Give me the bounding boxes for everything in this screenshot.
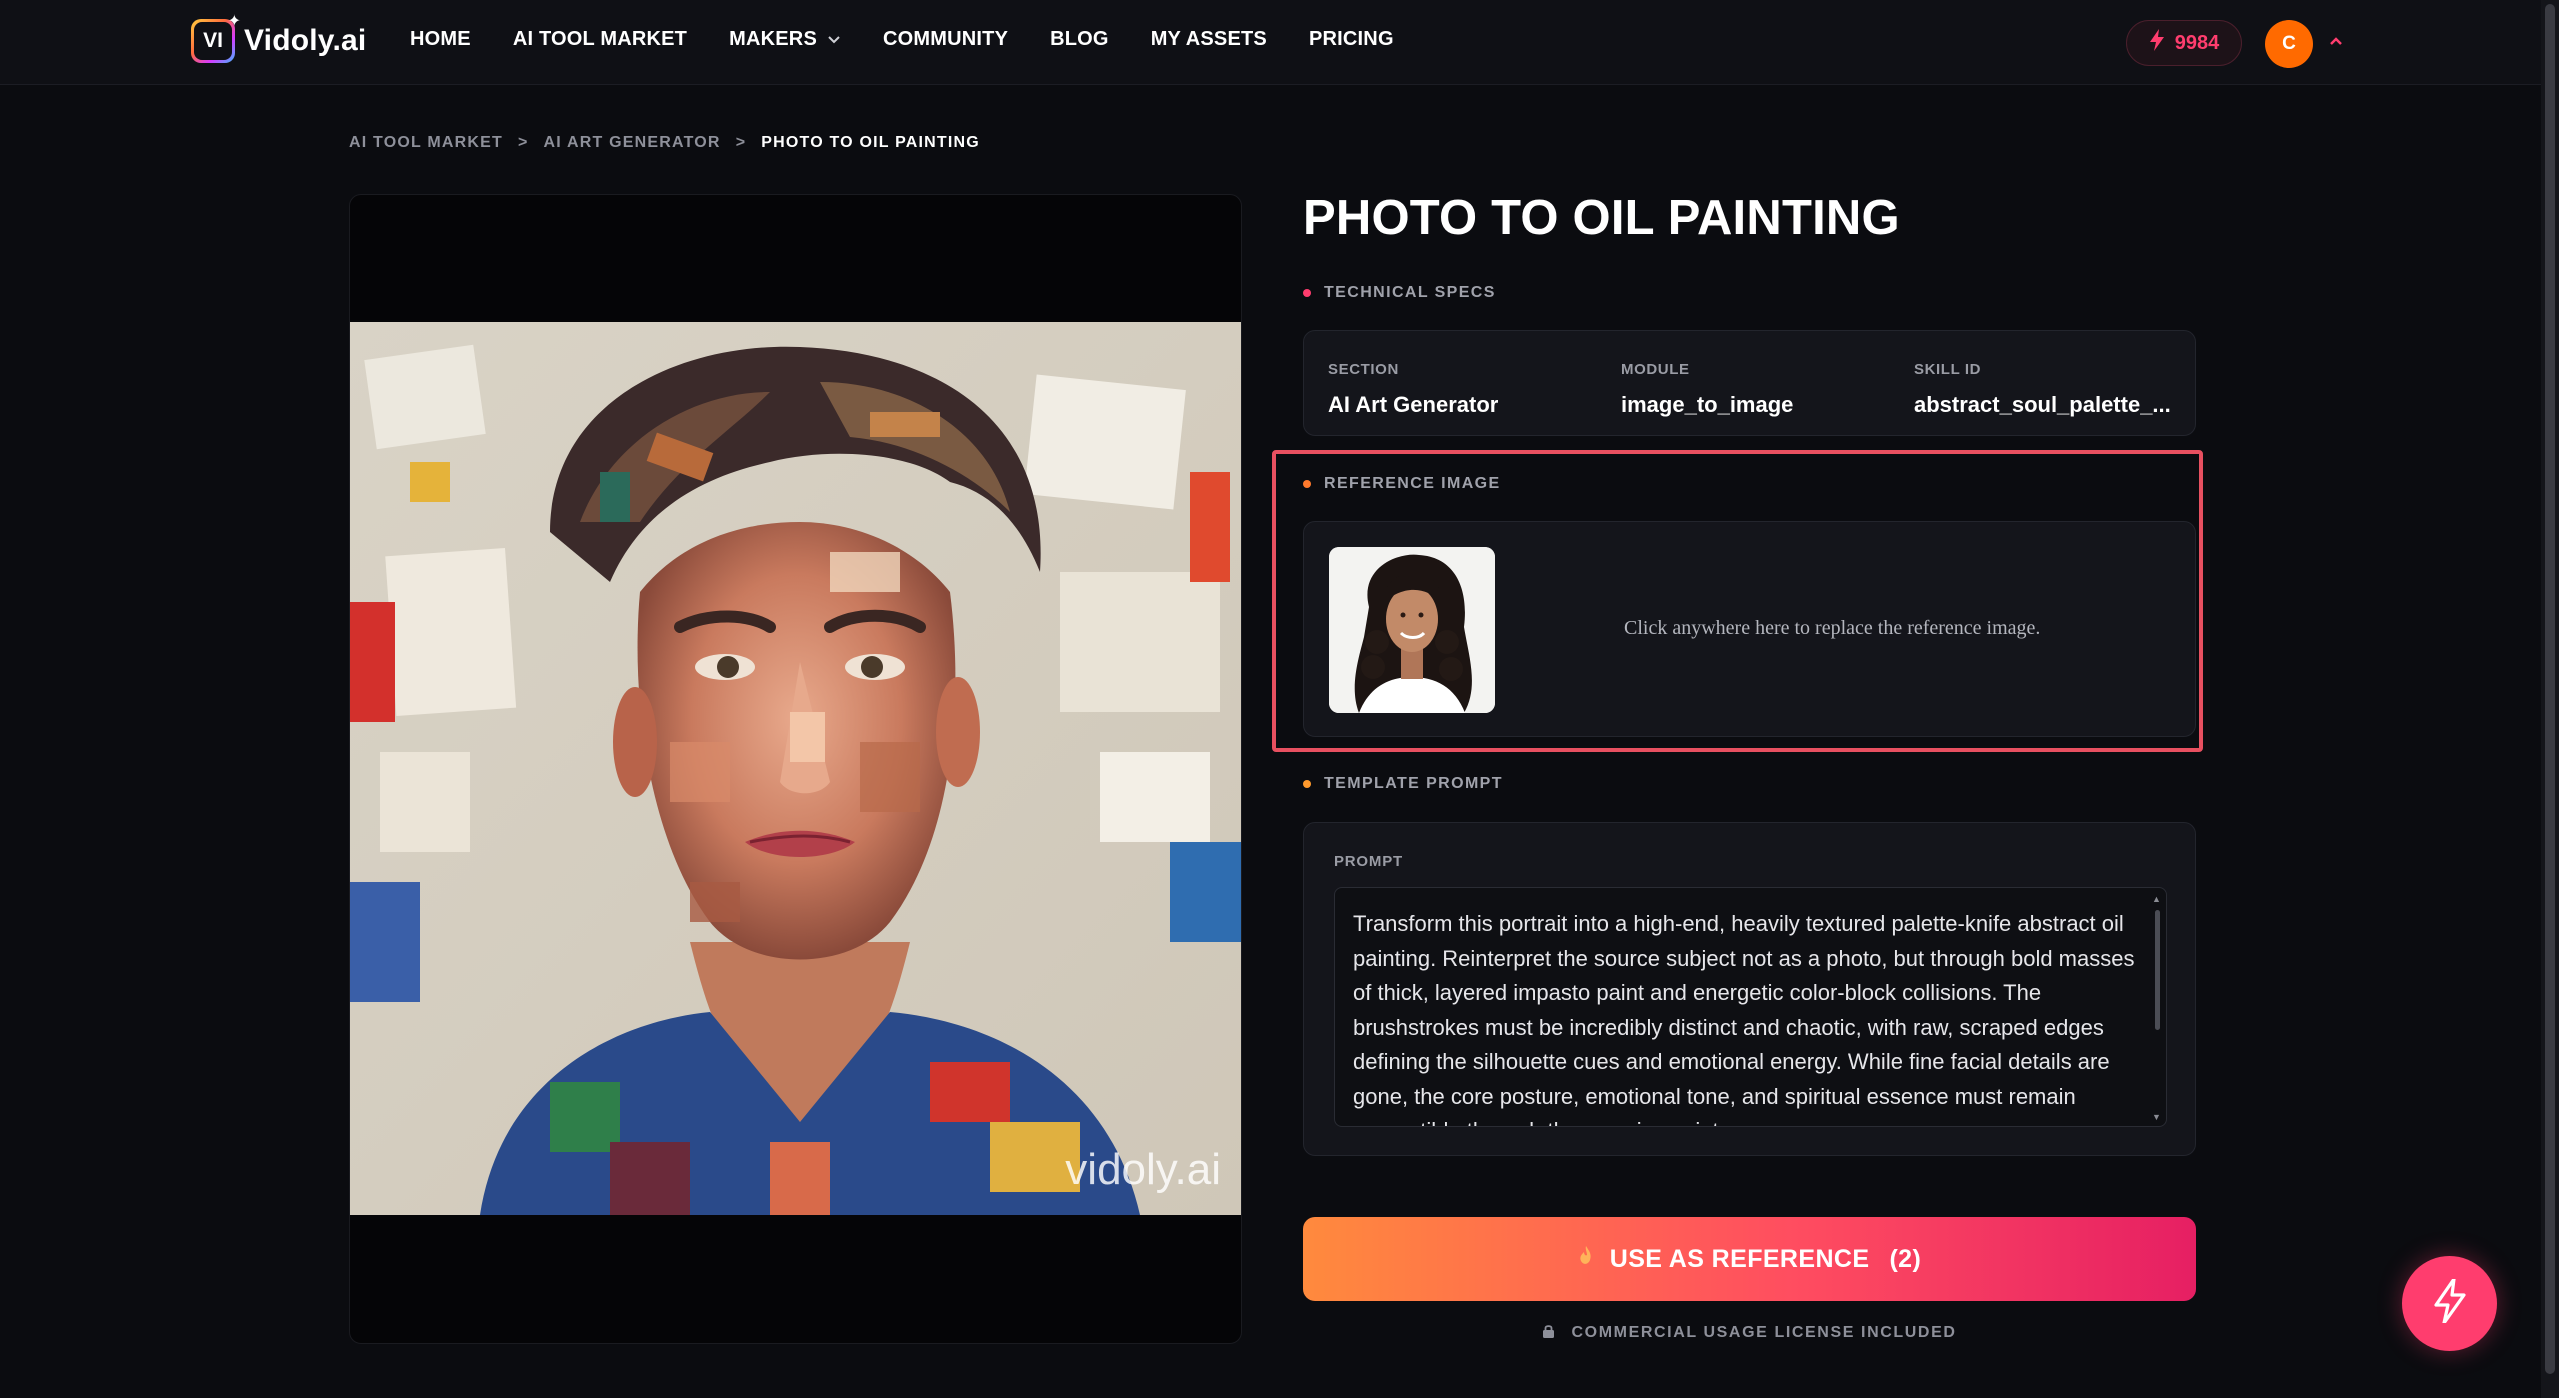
reference-count: (2) [1889, 1244, 1922, 1273]
use-as-reference-button[interactable]: USE AS REFERENCE (2) [1303, 1217, 2196, 1301]
page-title: PHOTO TO OIL PAINTING [1303, 191, 1900, 245]
license-note: COMMERCIAL USAGE LICENSE INCLUDED [1303, 1324, 2196, 1342]
nav-pricing[interactable]: PRICING [1309, 28, 1394, 51]
spec-section: SECTION AI Art Generator [1328, 361, 1499, 417]
sparkle-icon: ✦ [227, 13, 241, 30]
bullet-dot-icon [1303, 480, 1311, 488]
reference-image-dropzone[interactable]: Click anywhere here to replace the refer… [1303, 521, 2196, 737]
nav-my-assets[interactable]: MY ASSETS [1151, 28, 1267, 51]
chevron-down-icon [827, 32, 841, 48]
spec-module: MODULE image_to_image [1621, 361, 1794, 417]
breadcrumb-ai-art-generator[interactable]: AI ART GENERATOR [544, 134, 721, 152]
reference-image-thumbnail [1329, 547, 1495, 713]
top-navigation-bar: VI ✦ Vidoly.ai HOME AI TOOL MARKET MAKER… [0, 0, 2559, 85]
template-prompt-heading: TEMPLATE PROMPT [1303, 775, 1503, 793]
credits-badge[interactable]: 9984 [2126, 20, 2242, 66]
technical-specs-card: SECTION AI Art Generator MODULE image_to… [1303, 330, 2196, 436]
use-as-reference-label: USE AS REFERENCE [1609, 1244, 1870, 1273]
technical-specs-heading: TECHNICAL SPECS [1303, 284, 1496, 302]
nav-ai-tool-market[interactable]: AI TOOL MARKET [513, 28, 687, 51]
bullet-dot-icon [1303, 289, 1311, 297]
lightning-icon [2433, 1277, 2467, 1328]
flame-icon [1578, 1245, 1594, 1274]
breadcrumb: AI TOOL MARKET > AI ART GENERATOR > PHOT… [349, 134, 980, 152]
template-prompt-card: PROMPT Transform this portrait into a hi… [1303, 822, 2196, 1156]
breadcrumb-separator: > [518, 134, 529, 151]
credits-count: 9984 [2174, 31, 2220, 54]
nav-home[interactable]: HOME [410, 28, 471, 51]
lightning-icon [2149, 29, 2165, 57]
bullet-dot-icon [1303, 780, 1311, 788]
prompt-text: Transform this portrait into a high-end,… [1353, 911, 2135, 1126]
scroll-up-arrow-icon[interactable]: ▲ [2152, 894, 2161, 904]
quick-action-button[interactable] [2402, 1256, 2497, 1351]
logo-icon: VI ✦ [191, 13, 241, 63]
breadcrumb-current: PHOTO TO OIL PAINTING [761, 134, 980, 151]
brand-logo[interactable]: VI ✦ Vidoly.ai [191, 13, 367, 63]
watermark-text: vidoly.ai [1065, 1145, 1221, 1194]
breadcrumb-ai-tool-market[interactable]: AI TOOL MARKET [349, 134, 503, 152]
main-nav: HOME AI TOOL MARKET MAKERS COMMUNITY BLO… [410, 28, 1436, 51]
lock-icon [1542, 1324, 1571, 1341]
nav-blog[interactable]: BLOG [1050, 28, 1109, 51]
nav-community[interactable]: COMMUNITY [883, 28, 1008, 51]
oil-painting-preview-image: vidoly.ai [350, 322, 1241, 1215]
breadcrumb-separator: > [735, 134, 747, 151]
spec-skill-id: SKILL ID abstract_soul_palette_... [1914, 361, 2171, 417]
reference-image-heading: REFERENCE IMAGE [1303, 475, 1501, 493]
nav-makers-dropdown[interactable]: MAKERS [729, 28, 841, 51]
prompt-field-label: PROMPT [1334, 853, 1403, 870]
replace-reference-hint: Click anywhere here to replace the refer… [1624, 617, 2041, 639]
prompt-scrollbar[interactable]: ▲ ▼ [2152, 894, 2162, 1122]
brand-name: Vidoly.ai [244, 24, 367, 57]
user-avatar[interactable]: C [2265, 20, 2313, 68]
prompt-textarea[interactable]: Transform this portrait into a high-end,… [1334, 887, 2167, 1127]
scroll-down-arrow-icon[interactable]: ▼ [2152, 1112, 2161, 1122]
chevron-up-icon[interactable] [2329, 30, 2343, 51]
page-scrollbar[interactable] [2541, 0, 2559, 1398]
result-preview-panel: vidoly.ai [349, 194, 1242, 1344]
